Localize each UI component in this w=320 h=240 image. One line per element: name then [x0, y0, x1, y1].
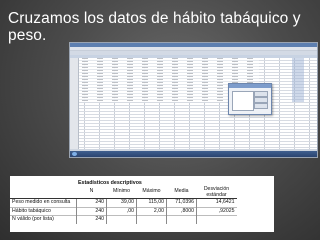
cell-sd	[196, 215, 237, 224]
cell-min: 39,00	[106, 198, 137, 207]
slide-title: Cruzamos los datos de hábito tabáquico y…	[8, 10, 301, 44]
cell-sd: 14,6421	[196, 198, 237, 207]
cell-max	[136, 215, 167, 224]
column-header-max: Máximo	[136, 186, 167, 199]
column-header-n: N	[76, 186, 107, 199]
dialog-title-bar	[229, 84, 271, 88]
row-number-column	[70, 58, 79, 150]
spss-data-editor-screenshot	[69, 42, 318, 158]
slide: Cruzamos los datos de hábito tabáquico y…	[0, 0, 320, 240]
row-label: Hábito tabáquico	[10, 206, 77, 216]
table-row: N válido (por lista) 240	[10, 215, 237, 224]
column-header-sd: Desviación estándar	[196, 186, 237, 199]
cell-min: ,00	[106, 206, 137, 216]
cell-min	[106, 215, 137, 224]
cell-max: 115,00	[136, 198, 167, 207]
descriptives-dialog	[228, 83, 272, 115]
row-label: Peso medido en consulta	[10, 198, 77, 207]
cell-sd: ,92025	[196, 206, 237, 216]
cell-mean: ,8000	[166, 206, 197, 216]
cell-mean: 71,0396	[166, 198, 197, 207]
table-row: Peso medido en consulta 240 39,00 115,00…	[10, 198, 237, 207]
taskbar	[70, 151, 317, 157]
cell-n: 240	[76, 215, 107, 224]
dialog-button	[254, 103, 268, 109]
column-header-blank	[10, 186, 77, 199]
descriptive-statistics-table: N Mínimo Máximo Media Desviación estánda…	[10, 186, 237, 224]
cell-n: 240	[76, 206, 107, 216]
row-label: N válido (por lista)	[10, 215, 77, 224]
cell-mean	[166, 215, 197, 224]
selected-column	[292, 58, 304, 102]
start-button-icon	[72, 152, 77, 156]
cell-n: 240	[76, 198, 107, 207]
cell-max: 2,00	[136, 206, 167, 216]
table-row: Hábito tabáquico 240 ,00 2,00 ,8000 ,920…	[10, 206, 237, 216]
dialog-variable-list	[232, 91, 254, 111]
column-header-mean: Media	[166, 186, 197, 199]
column-header-min: Mínimo	[106, 186, 137, 199]
table-header-row: N Mínimo Máximo Media Desviación estánda…	[10, 186, 237, 199]
